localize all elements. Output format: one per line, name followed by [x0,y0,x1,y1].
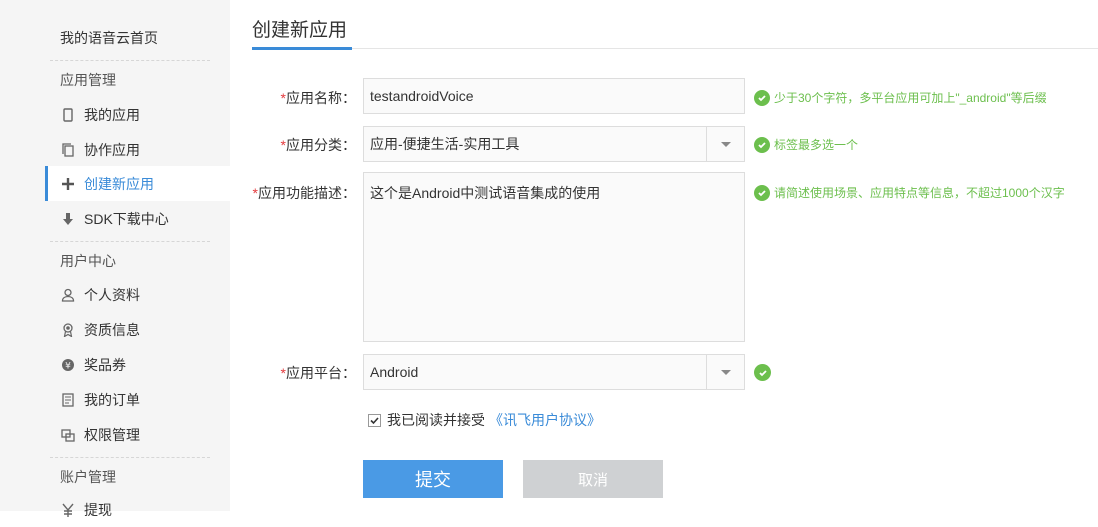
permission-icon [61,428,75,442]
cancel-button[interactable]: 取消 [523,460,663,498]
check-circle-icon [754,89,770,106]
sidebar-item-label: 创建新应用 [84,175,154,192]
check-circle-icon [754,184,770,201]
app-platform-select[interactable]: Android [363,354,745,390]
phone-icon [61,107,75,122]
yen-icon [61,503,75,517]
chevron-down-icon[interactable] [706,355,744,389]
app-category-select[interactable]: 应用-便捷生活-实用工具 [363,126,745,162]
app-category-hint: 标签最多选一个 [754,136,858,153]
agreement-checkbox[interactable] [368,413,381,427]
app-description-label: *应用功能描述： [252,185,356,201]
svg-text:¥: ¥ [65,361,71,371]
app-name-hint: 少于30个字符，多平台应用可加上"_android"等后缀 [754,89,1047,106]
sidebar-item-label: 个人资料 [84,286,140,303]
sidebar-item-label: SDK下载中心 [84,210,169,227]
agreement-text: 我已阅读并接受 [387,412,485,428]
sidebar-item-label: 资质信息 [84,321,140,338]
sidebar-divider [50,241,210,242]
coin-icon: ¥ [61,358,75,372]
chevron-down-icon[interactable] [706,127,744,161]
sidebar-item-label: 协作应用 [84,141,140,158]
sidebar-group-account-management: 账户管理 [60,469,116,485]
sidebar-item-profile[interactable]: 个人资料 [45,277,230,312]
app-description-hint: 请简述使用场景、应用特点等信息，不超过1000个汉字 [754,184,1065,201]
app-category-value: 应用-便捷生活-实用工具 [370,136,520,152]
sidebar-item-qualification[interactable]: 资质信息 [45,312,230,347]
sidebar-item-label: 我的订单 [84,391,140,408]
app-category-label: *应用分类： [280,137,356,153]
check-circle-icon [754,136,770,153]
app-name-label: *应用名称： [280,90,356,106]
check-icon [370,416,379,424]
agreement-link[interactable]: 《讯飞用户协议》 [489,410,601,430]
page-title: 创建新应用 [252,20,348,41]
plus-icon [61,177,75,191]
app-platform-value: Android [370,364,419,380]
sidebar-item-orders[interactable]: 我的订单 [45,382,230,417]
sidebar-divider [50,457,210,458]
sidebar-item-label: 我的应用 [84,106,140,123]
sidebar-item-sdk-download[interactable]: SDK下载中心 [45,201,230,236]
app-platform-hint [754,364,775,381]
main-content: 创建新应用 *应用名称： testandroidVoice 少于30个字符，多平… [230,0,1098,511]
copy-icon [61,142,75,157]
sidebar: 我的语音云首页 应用管理 我的应用 协作应用 创建新应用 SDK下载中心 用户中… [0,0,230,518]
sidebar-item-label: 提现 [84,501,112,518]
sidebar-item-label: 权限管理 [84,426,140,443]
sidebar-item-my-apps[interactable]: 我的应用 [45,97,230,132]
order-icon [61,392,75,407]
submit-button[interactable]: 提交 [363,460,503,498]
download-icon [61,212,75,226]
app-platform-label: *应用平台： [280,365,356,381]
check-circle-icon [754,364,771,381]
app-description-textarea[interactable]: 这个是Android中测试语音集成的使用 [363,172,745,342]
sidebar-item-permissions[interactable]: 权限管理 [45,417,230,452]
sidebar-home-link[interactable]: 我的语音云首页 [60,28,158,48]
sidebar-item-label: 奖品券 [84,356,126,373]
sidebar-divider [50,60,210,61]
title-underline [252,47,352,50]
user-icon [61,288,75,302]
sidebar-item-coupon[interactable]: ¥ 奖品券 [45,347,230,382]
award-icon [61,322,75,337]
sidebar-item-collab-apps[interactable]: 协作应用 [45,132,230,167]
sidebar-group-app-management: 应用管理 [60,72,116,88]
sidebar-item-create-app[interactable]: 创建新应用 [45,166,230,201]
sidebar-item-withdraw[interactable]: 提现 [45,492,230,527]
sidebar-group-user-center: 用户中心 [60,253,116,269]
title-divider [252,48,1098,49]
agreement-row: 我已阅读并接受 《讯飞用户协议》 [368,410,601,430]
app-name-input[interactable]: testandroidVoice [363,78,745,114]
